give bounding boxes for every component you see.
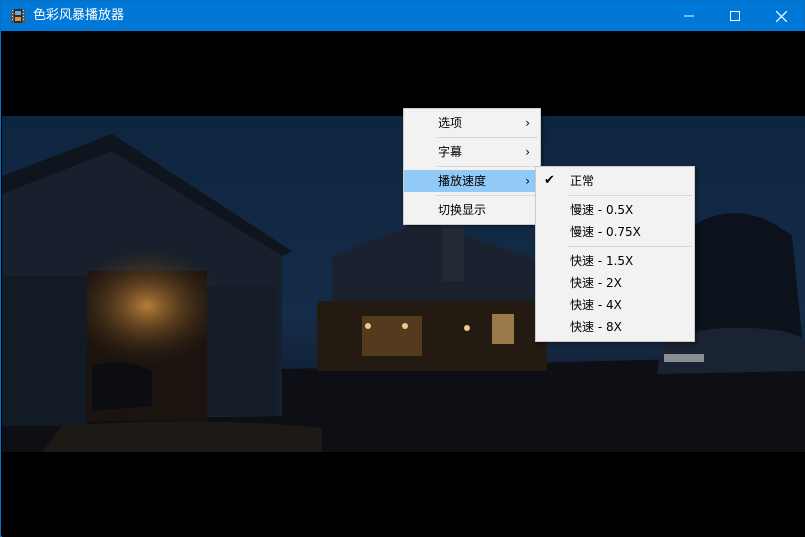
menu-item-options[interactable]: 选项 ›	[404, 112, 540, 134]
speed-option-label: 快速 - 1.5X	[570, 254, 634, 268]
menu-separator	[436, 166, 538, 167]
speed-option-normal[interactable]: ✔ 正常	[536, 170, 694, 192]
check-icon: ✔	[544, 173, 555, 188]
window-title: 色彩风暴播放器	[33, 8, 125, 23]
menu-item-subtitles[interactable]: 字幕 ›	[404, 141, 540, 163]
speed-option-label: 快速 - 8X	[570, 320, 622, 334]
minimize-icon	[684, 15, 694, 17]
speed-option-label: 正常	[570, 174, 595, 188]
speed-option-label: 慢速 - 0.75X	[570, 225, 641, 239]
chevron-right-icon: ›	[525, 116, 530, 130]
menu-separator	[568, 246, 692, 247]
menu-item-playback-speed[interactable]: 播放速度 ›	[404, 170, 540, 192]
menu-separator	[568, 195, 692, 196]
speed-option-slow-0.75x[interactable]: 慢速 - 0.75X	[536, 221, 694, 243]
menu-item-label: 字幕	[438, 145, 463, 159]
speed-option-label: 慢速 - 0.5X	[570, 203, 634, 217]
menu-item-toggle-display[interactable]: 切换显示	[404, 199, 540, 221]
menu-separator	[436, 137, 538, 138]
menu-separator	[436, 195, 538, 196]
close-button[interactable]	[758, 1, 804, 31]
menu-item-label: 切换显示	[438, 203, 487, 217]
speed-option-label: 快速 - 4X	[570, 298, 622, 312]
speed-submenu: ✔ 正常 慢速 - 0.5X 慢速 - 0.75X 快速 - 1.5X 快速 -…	[535, 166, 695, 342]
title-bar[interactable]: 色彩风暴播放器	[1, 1, 804, 31]
maximize-icon	[730, 11, 740, 21]
minimize-button[interactable]	[666, 1, 712, 31]
menu-item-label: 播放速度	[438, 174, 487, 188]
maximize-button[interactable]	[712, 1, 758, 31]
speed-option-fast-2x[interactable]: 快速 - 2X	[536, 272, 694, 294]
speed-option-fast-1.5x[interactable]: 快速 - 1.5X	[536, 250, 694, 272]
speed-option-fast-4x[interactable]: 快速 - 4X	[536, 294, 694, 316]
chevron-right-icon: ›	[525, 174, 530, 188]
chevron-right-icon: ›	[525, 145, 530, 159]
film-app-icon	[11, 9, 25, 23]
menu-item-label: 选项	[438, 116, 463, 130]
speed-option-slow-0.5x[interactable]: 慢速 - 0.5X	[536, 199, 694, 221]
close-icon	[775, 10, 787, 22]
speed-option-label: 快速 - 2X	[570, 276, 622, 290]
context-menu: 选项 › 字幕 › 播放速度 › 切换显示	[403, 108, 541, 225]
speed-option-fast-8x[interactable]: 快速 - 8X	[536, 316, 694, 338]
